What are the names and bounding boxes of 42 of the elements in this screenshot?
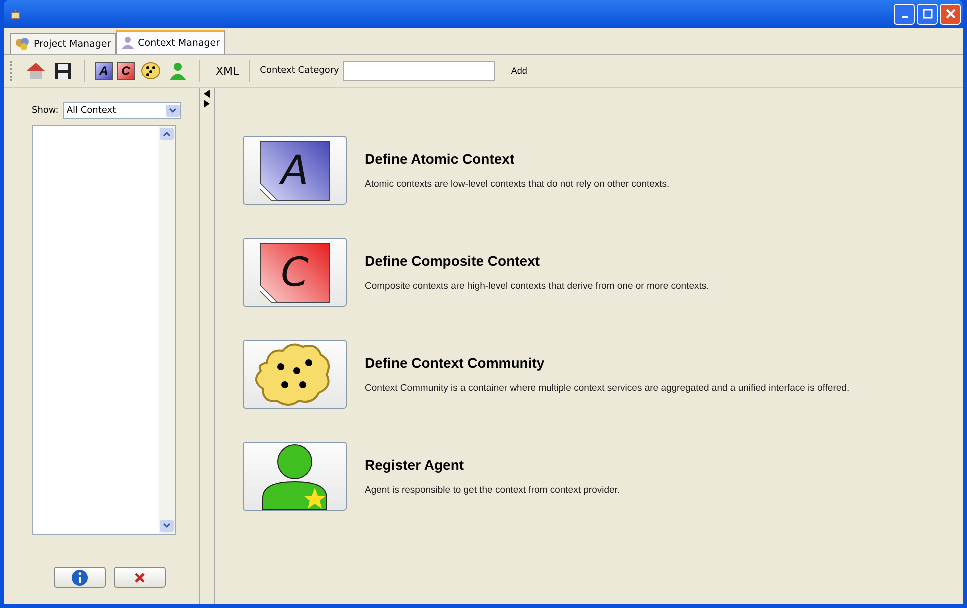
person-icon	[121, 36, 136, 50]
scroll-down-icon[interactable]	[160, 520, 174, 532]
category-field[interactable]	[343, 61, 496, 81]
action-description: Atomic contexts are low-level contexts that do not rely on other contexts.	[365, 179, 670, 190]
category-label: Context Category	[260, 66, 340, 76]
folded-corner-icon	[260, 182, 278, 200]
minimize-button[interactable]	[894, 4, 915, 24]
tab[interactable]: Context Manager	[116, 30, 226, 54]
x-icon	[134, 572, 146, 584]
register-agent-button[interactable]	[243, 442, 347, 511]
delete-button[interactable]	[114, 567, 166, 588]
action-title: Define Atomic Context	[365, 151, 516, 167]
atomic-context-button[interactable]: A	[243, 136, 347, 205]
action-description: Composite contexts are high-level contexts that derive from one or more contexts.	[365, 281, 710, 292]
show-dropdown[interactable]: All Context	[62, 102, 181, 119]
close-icon	[946, 9, 956, 19]
action-title: Define Context Community	[365, 355, 546, 371]
add-button[interactable]: Add	[505, 65, 534, 77]
action-title: Define Composite Context	[365, 253, 542, 269]
close-button[interactable]	[940, 4, 961, 24]
info-icon	[71, 568, 89, 586]
action-description: Agent is responsible to get the context from context provider.	[365, 485, 620, 496]
action-title: Register Agent	[365, 457, 466, 473]
context-community-button[interactable]	[243, 340, 347, 409]
show-label: Show:	[32, 106, 59, 116]
circles-icon	[15, 37, 31, 51]
cloud-dots-icon[interactable]	[139, 62, 163, 80]
xml-label: XML	[216, 64, 240, 78]
action-description: Context Community is a container where multiple context services are aggregated and a unified interface is offered.	[365, 383, 850, 394]
composite-context-icon[interactable]: C	[117, 62, 135, 80]
info-button[interactable]	[54, 567, 106, 588]
minimize-icon	[902, 16, 908, 18]
splitter-arrows-icon[interactable]	[204, 90, 210, 108]
folded-corner-icon	[260, 284, 278, 302]
save-icon[interactable]	[52, 62, 74, 80]
scroll-up-icon[interactable]	[160, 128, 174, 140]
scrollbar[interactable]	[159, 126, 175, 534]
composite-context-button[interactable]: C	[243, 238, 347, 307]
maximize-button[interactable]	[917, 4, 938, 24]
maximize-icon	[922, 9, 932, 19]
atomic-context-icon[interactable]: A	[95, 62, 113, 80]
tab[interactable]: Project Manager	[10, 33, 116, 54]
